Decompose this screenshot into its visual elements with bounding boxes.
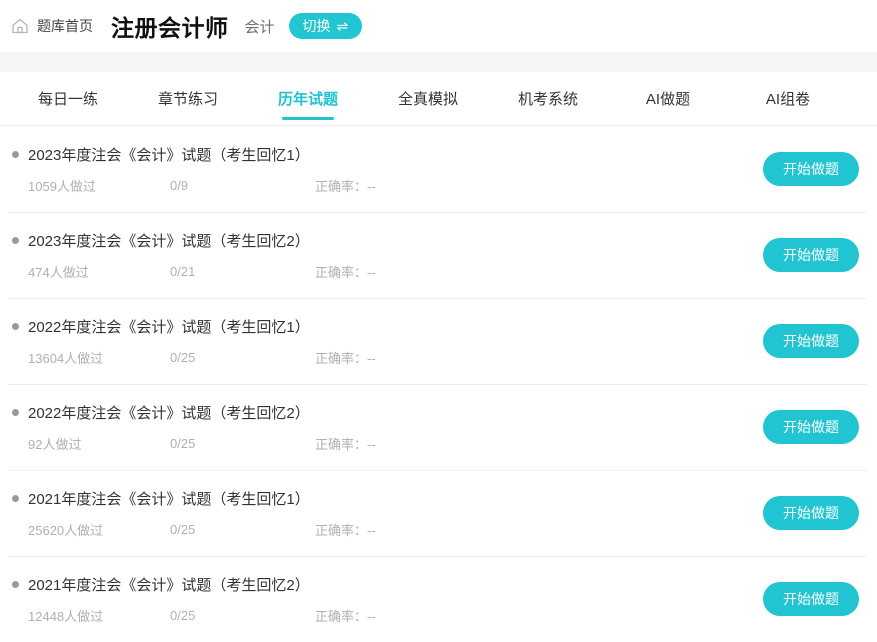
row-content: 2022年度注会《会计》试题（考生回忆2） 92人做过 0/25 正确率：-- xyxy=(12,402,763,453)
row-title-line: 2021年度注会《会计》试题（考生回忆2） xyxy=(12,574,763,595)
bullet-icon xyxy=(12,323,19,330)
table-row[interactable]: 2022年度注会《会计》试题（考生回忆2） 92人做过 0/25 正确率：-- … xyxy=(0,384,877,470)
users-count: 12448人做过 xyxy=(28,606,170,625)
accuracy-rate: 正确率：-- xyxy=(315,262,376,281)
row-title-line: 2021年度注会《会计》试题（考生回忆1） xyxy=(12,488,763,509)
start-quiz-button[interactable]: 开始做题 xyxy=(763,496,859,531)
row-title-line: 2023年度注会《会计》试题（考生回忆1） xyxy=(12,144,763,165)
row-title-line: 2023年度注会《会计》试题（考生回忆2） xyxy=(12,230,763,251)
header-separator-band xyxy=(0,52,877,72)
row-title-line: 2022年度注会《会计》试题（考生回忆1） xyxy=(12,316,763,337)
tab-label: AI组卷 xyxy=(766,88,810,109)
users-count: 25620人做过 xyxy=(28,520,170,539)
tab-daily-practice[interactable]: 每日一练 xyxy=(8,72,128,126)
accuracy-rate: 正确率：-- xyxy=(315,176,376,195)
home-link-label[interactable]: 题库首页 xyxy=(37,16,93,36)
tab-label: 机考系统 xyxy=(518,88,578,109)
tab-ai-paper-builder[interactable]: AI组卷 xyxy=(728,72,848,126)
table-row[interactable]: 2021年度注会《会计》试题（考生回忆2） 12448人做过 0/25 正确率：… xyxy=(0,556,877,642)
users-count: 474人做过 xyxy=(28,262,170,281)
bullet-icon xyxy=(12,495,19,502)
start-quiz-button[interactable]: 开始做题 xyxy=(763,152,859,187)
page-title: 注册会计师 xyxy=(111,9,229,43)
tab-ai-practice[interactable]: AI做题 xyxy=(608,72,728,126)
switch-button-label: 切换 xyxy=(303,18,331,35)
subject-label: 会计 xyxy=(245,16,275,37)
accuracy-rate: 正确率：-- xyxy=(315,606,376,625)
tab-label: 全真模拟 xyxy=(398,88,458,109)
progress-count: 0/25 xyxy=(170,522,315,537)
tab-label: 每日一练 xyxy=(38,88,98,109)
row-content: 2021年度注会《会计》试题（考生回忆1） 25620人做过 0/25 正确率：… xyxy=(12,488,763,539)
start-quiz-button[interactable]: 开始做题 xyxy=(763,238,859,273)
users-count: 13604人做过 xyxy=(28,348,170,367)
bullet-icon xyxy=(12,237,19,244)
row-meta: 474人做过 0/21 正确率：-- xyxy=(12,262,763,281)
swap-arrows-icon: ⇌ xyxy=(337,19,349,33)
tab-label: 章节练习 xyxy=(158,88,218,109)
start-quiz-button[interactable]: 开始做题 xyxy=(763,410,859,445)
bullet-icon xyxy=(12,151,19,158)
row-title-line: 2022年度注会《会计》试题（考生回忆2） xyxy=(12,402,763,423)
row-meta: 1059人做过 0/9 正确率：-- xyxy=(12,176,763,195)
bullet-icon xyxy=(12,409,19,416)
table-row[interactable]: 2022年度注会《会计》试题（考生回忆1） 13604人做过 0/25 正确率：… xyxy=(0,298,877,384)
progress-count: 0/25 xyxy=(170,350,315,365)
tab-chapter-practice[interactable]: 章节练习 xyxy=(128,72,248,126)
progress-count: 0/25 xyxy=(170,436,315,451)
accuracy-rate: 正确率：-- xyxy=(315,434,376,453)
row-content: 2023年度注会《会计》试题（考生回忆1） 1059人做过 0/9 正确率：-- xyxy=(12,144,763,195)
bullet-icon xyxy=(12,581,19,588)
row-meta: 12448人做过 0/25 正确率：-- xyxy=(12,606,763,625)
tab-bar: 每日一练 章节练习 历年试题 全真模拟 机考系统 AI做题 AI组卷 xyxy=(0,72,877,126)
tab-exam-system[interactable]: 机考系统 xyxy=(488,72,608,126)
paper-title[interactable]: 2023年度注会《会计》试题（考生回忆2） xyxy=(28,230,310,251)
progress-count: 0/21 xyxy=(170,264,315,279)
paper-title[interactable]: 2022年度注会《会计》试题（考生回忆2） xyxy=(28,402,310,423)
home-icon[interactable] xyxy=(10,16,30,36)
row-content: 2023年度注会《会计》试题（考生回忆2） 474人做过 0/21 正确率：-- xyxy=(12,230,763,281)
progress-count: 0/9 xyxy=(170,178,315,193)
row-content: 2022年度注会《会计》试题（考生回忆1） 13604人做过 0/25 正确率：… xyxy=(12,316,763,367)
top-header: 题库首页 注册会计师 会计 切换 ⇌ xyxy=(0,0,877,52)
row-meta: 13604人做过 0/25 正确率：-- xyxy=(12,348,763,367)
table-row[interactable]: 2023年度注会《会计》试题（考生回忆1） 1059人做过 0/9 正确率：--… xyxy=(0,126,877,212)
tab-label: AI做题 xyxy=(646,88,690,109)
tab-past-papers[interactable]: 历年试题 xyxy=(248,72,368,126)
table-row[interactable]: 2023年度注会《会计》试题（考生回忆2） 474人做过 0/21 正确率：--… xyxy=(0,212,877,298)
tab-full-mock[interactable]: 全真模拟 xyxy=(368,72,488,126)
table-row[interactable]: 2021年度注会《会计》试题（考生回忆1） 25620人做过 0/25 正确率：… xyxy=(0,470,877,556)
users-count: 1059人做过 xyxy=(28,176,170,195)
paper-title[interactable]: 2021年度注会《会计》试题（考生回忆1） xyxy=(28,488,310,509)
row-meta: 25620人做过 0/25 正确率：-- xyxy=(12,520,763,539)
tab-label: 历年试题 xyxy=(278,88,338,109)
row-meta: 92人做过 0/25 正确率：-- xyxy=(12,434,763,453)
paper-title[interactable]: 2021年度注会《会计》试题（考生回忆2） xyxy=(28,574,310,595)
switch-subject-button[interactable]: 切换 ⇌ xyxy=(289,13,363,40)
active-tab-underline xyxy=(282,117,334,120)
start-quiz-button[interactable]: 开始做题 xyxy=(763,324,859,359)
accuracy-rate: 正确率：-- xyxy=(315,520,376,539)
past-papers-list: 2023年度注会《会计》试题（考生回忆1） 1059人做过 0/9 正确率：--… xyxy=(0,126,877,642)
accuracy-rate: 正确率：-- xyxy=(315,348,376,367)
progress-count: 0/25 xyxy=(170,608,315,623)
row-content: 2021年度注会《会计》试题（考生回忆2） 12448人做过 0/25 正确率：… xyxy=(12,574,763,625)
users-count: 92人做过 xyxy=(28,434,170,453)
paper-title[interactable]: 2022年度注会《会计》试题（考生回忆1） xyxy=(28,316,310,337)
start-quiz-button[interactable]: 开始做题 xyxy=(763,582,859,617)
paper-title[interactable]: 2023年度注会《会计》试题（考生回忆1） xyxy=(28,144,310,165)
